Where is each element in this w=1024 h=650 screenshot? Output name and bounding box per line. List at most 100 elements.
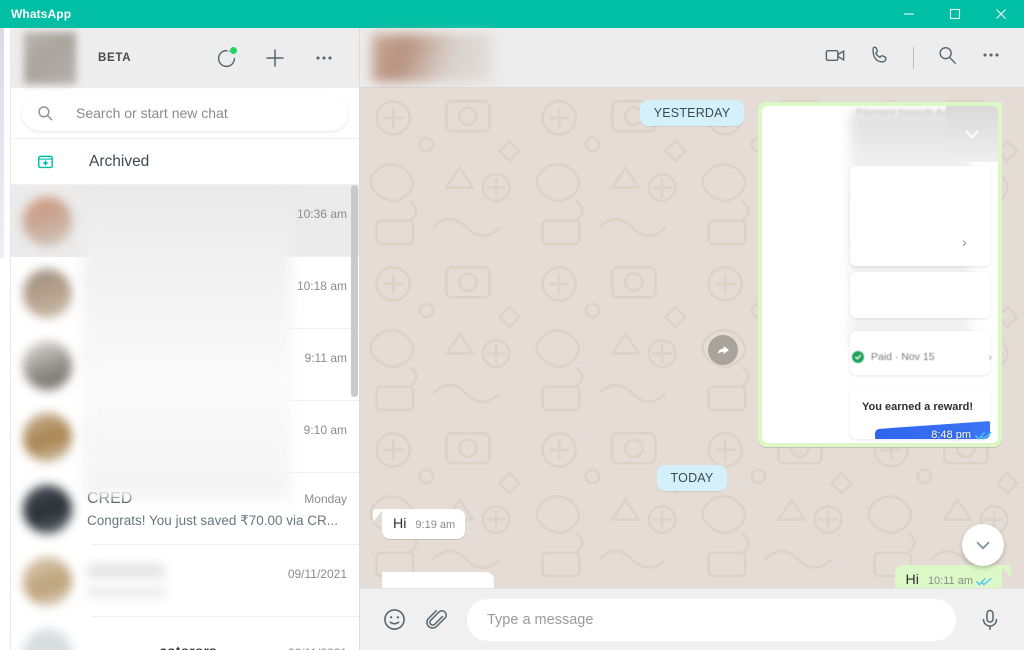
- archive-icon: [36, 152, 56, 171]
- archived-label: Archived: [89, 152, 150, 170]
- message-meta: 10:11 am: [928, 575, 992, 588]
- menu-icon[interactable]: [311, 45, 337, 71]
- avatar: [23, 412, 72, 462]
- status-indicator-dot: [230, 47, 237, 54]
- message-composer: [360, 588, 1024, 650]
- chat-name: [87, 348, 217, 362]
- scroll-to-bottom-button[interactable]: [962, 524, 1004, 566]
- voice-call-icon[interactable]: [869, 44, 891, 71]
- message-bubble-outgoing[interactable]: Hi 10:11 am: [894, 565, 1011, 588]
- avatar: [23, 556, 72, 606]
- search-icon: [36, 104, 56, 122]
- microphone-icon[interactable]: [978, 608, 1002, 632]
- sidebar: BETA Search or start new chat Archived 1…: [0, 28, 360, 650]
- status-icon[interactable]: [213, 45, 239, 71]
- paid-row-chevron-icon[interactable]: ›: [989, 351, 993, 363]
- paid-status-label: Paid · Nov 15: [871, 351, 935, 363]
- edge-accent: [0, 28, 4, 258]
- forward-icon[interactable]: [708, 334, 738, 365]
- message-row-incoming: Hi 9:19 am: [373, 509, 1002, 539]
- read-receipt-icon: [975, 430, 992, 441]
- avatar: [23, 196, 72, 246]
- message-list[interactable]: YESTERDAY Payment towards August: [360, 88, 1024, 588]
- chat-list-item-caterers[interactable]: caterers 06/11/2021: [11, 617, 359, 650]
- chat-time: 9:10 am: [303, 423, 347, 437]
- sidebar-header: BETA: [11, 28, 359, 88]
- chat-name: [87, 276, 217, 290]
- payment-card-inner: Payment towards August ›: [762, 106, 998, 443]
- message-time: 10:11 am: [927, 575, 973, 587]
- chat-list-item-cred[interactable]: CRED Monday Congrats! You just saved ₹70…: [11, 473, 359, 545]
- message-bubble-incoming[interactable]: Hi 9:19 am: [373, 509, 466, 539]
- close-button[interactable]: [978, 0, 1024, 28]
- payment-status-row: Paid · Nov 15 ›: [852, 344, 992, 370]
- chat-list-item[interactable]: 10:18 am: [11, 257, 359, 329]
- profile-label: BETA: [98, 52, 132, 64]
- chat-list-item[interactable]: 09/11/2021: [11, 545, 359, 617]
- chat-name: caterers: [87, 644, 217, 650]
- payment-card-row-2[interactable]: [850, 272, 990, 318]
- chat-list-item[interactable]: 10:36 am: [11, 185, 359, 257]
- chat-name: [87, 204, 217, 218]
- chat-list-item[interactable]: 9:11 am: [11, 329, 359, 401]
- chat-time: Monday: [304, 491, 347, 506]
- date-divider-today: TODAY: [656, 465, 728, 491]
- chat-time: 06/11/2021: [288, 646, 347, 650]
- video-call-icon[interactable]: [824, 44, 847, 72]
- chat-name: CRED: [87, 489, 133, 507]
- payment-card-message[interactable]: Payment towards August ›: [758, 102, 1002, 447]
- maximize-button[interactable]: [932, 0, 978, 28]
- header-divider: [913, 46, 914, 69]
- chat-list-item[interactable]: 9:10 am: [11, 401, 359, 473]
- bubble-tail: [1001, 565, 1011, 578]
- reward-title: You earned a reward!: [862, 401, 974, 413]
- profile-avatar[interactable]: [24, 32, 76, 84]
- paperclip-icon[interactable]: [425, 608, 449, 632]
- message-input[interactable]: [467, 598, 956, 641]
- search-input[interactable]: [76, 105, 348, 121]
- payment-card-row-1[interactable]: [850, 166, 990, 266]
- whatsapp-window: WhatsApp BETA Search or start new chat A…: [0, 0, 1024, 650]
- search-icon[interactable]: [936, 44, 958, 71]
- message-time: 8:48 pm: [931, 429, 971, 441]
- message-menu-chevron[interactable]: [946, 106, 998, 162]
- window-controls: [886, 0, 1024, 28]
- chat-header-icons: [824, 44, 1002, 72]
- bubble-tail: [373, 509, 383, 522]
- archived-row[interactable]: Archived: [11, 139, 359, 185]
- chat-preview: Congrats! You just saved ₹70.00 via CR..…: [87, 512, 338, 528]
- minimize-button[interactable]: [886, 0, 932, 28]
- avatar: [23, 628, 72, 650]
- forwarded-message-row: Payment towards August ›: [382, 102, 1002, 447]
- chat-list-scrollbar[interactable]: [351, 185, 358, 397]
- sidebar-header-icons: [213, 45, 359, 71]
- avatar: [23, 484, 72, 534]
- chat-list[interactable]: 10:36 am 10:18 am 9:11 am 9:10 am CRED M…: [11, 185, 359, 650]
- contact-avatar[interactable]: [372, 33, 492, 82]
- message-bubble-partial[interactable]: [382, 572, 494, 588]
- message-time: 9:19 am: [415, 519, 456, 531]
- new-chat-icon[interactable]: [262, 45, 288, 71]
- chat-time: 09/11/2021: [287, 567, 347, 581]
- chat-header: [360, 28, 1024, 88]
- chat-panel: YESTERDAY Payment towards August: [360, 28, 1024, 650]
- avatar: [23, 340, 72, 390]
- chat-name: [87, 420, 217, 434]
- payment-card-chevron-right-icon[interactable]: ›: [962, 234, 967, 250]
- chat-preview: [87, 586, 165, 598]
- chat-time: 9:11 am: [304, 351, 347, 365]
- app-title: WhatsApp: [11, 7, 72, 21]
- chat-time: 10:18 am: [296, 279, 347, 293]
- chat-preview: [87, 298, 262, 310]
- chat-name: [87, 564, 165, 578]
- chat-preview: [87, 442, 262, 454]
- message-text: Hi: [905, 572, 919, 588]
- date-divider-today-row: TODAY: [382, 465, 1002, 491]
- search-box[interactable]: [22, 95, 348, 131]
- emoji-icon[interactable]: [382, 607, 407, 632]
- title-bar: WhatsApp: [0, 0, 1024, 28]
- menu-icon[interactable]: [980, 44, 1002, 71]
- chat-preview: [87, 226, 262, 238]
- window-left-edge: [0, 28, 11, 650]
- message-meta: 8:48 pm: [931, 429, 992, 441]
